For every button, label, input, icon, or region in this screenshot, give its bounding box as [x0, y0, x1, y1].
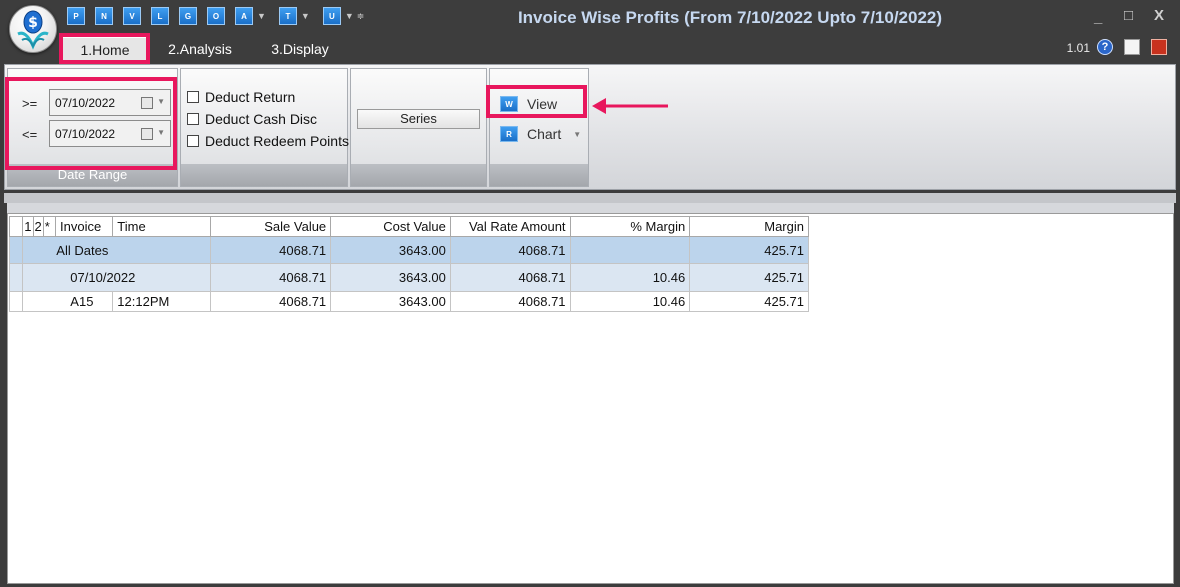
- val-rate-amount-cell: 4068.71: [449, 236, 571, 264]
- tab-analysis[interactable]: 2.Analysis: [160, 37, 240, 61]
- app-logo[interactable]: $: [9, 5, 57, 53]
- tab-display[interactable]: 3.Display: [262, 37, 338, 61]
- help-icon[interactable]: ?: [1097, 39, 1113, 55]
- margin-header[interactable]: Margin: [689, 216, 809, 237]
- grid-group-band: [7, 203, 1174, 213]
- sale-value-cell: 4068.71: [210, 291, 332, 312]
- margin-percent-cell: [569, 236, 691, 264]
- row-selector-header: [8, 216, 24, 237]
- version-label: 1.01: [1066, 41, 1090, 55]
- deduct-return-label: Deduct Return: [205, 89, 296, 105]
- actions-caption: [490, 164, 588, 186]
- invoice-cell: 07/10/2022: [22, 263, 212, 292]
- cost-value-cell: 3643.00: [330, 236, 451, 264]
- view-button-highlight: [486, 85, 587, 118]
- window-title: Invoice Wise Profits (From 7/10/2022 Upt…: [517, 8, 943, 27]
- close-button[interactable]: X: [1154, 7, 1164, 24]
- group-level-1-header[interactable]: 1: [22, 216, 34, 237]
- deduct-cash-disc-checkbox[interactable]: Deduct Cash Disc: [187, 110, 317, 128]
- table-row[interactable]: All Dates 4068.71 3643.00 4068.71 425.71: [8, 236, 809, 264]
- margin-cell: 425.71: [689, 291, 809, 312]
- quick-access-v-button[interactable]: V: [123, 7, 141, 25]
- chevron-down-icon[interactable]: ▼: [257, 11, 266, 21]
- val-rate-amount-header[interactable]: Val Rate Amount: [449, 216, 571, 237]
- chevron-down-icon[interactable]: ▼: [573, 130, 581, 139]
- row-selector[interactable]: [8, 236, 24, 264]
- cost-value-header[interactable]: Cost Value: [330, 216, 451, 237]
- ribbon-separator: [4, 193, 1176, 203]
- quick-access-t-button[interactable]: T: [278, 7, 297, 25]
- chevron-down-icon[interactable]: ▼: [301, 11, 310, 21]
- deduct-cash-disc-label: Deduct Cash Disc: [205, 111, 318, 127]
- sale-value-cell: 4068.71: [210, 236, 332, 264]
- series-group: Series: [350, 68, 487, 187]
- series-caption: [351, 164, 486, 186]
- table-row[interactable]: 07/10/2022 4068.71 3643.00 4068.71 10.46…: [8, 263, 809, 292]
- margin-percent-header[interactable]: % Margin: [569, 216, 691, 237]
- chart-label: Chart: [527, 126, 562, 142]
- time-cell: 12:12PM: [112, 291, 212, 312]
- home-tab-highlight: [59, 33, 150, 64]
- invoice-cell: All Dates: [22, 236, 212, 264]
- group-level-2-header[interactable]: 2: [32, 216, 44, 237]
- row-selector[interactable]: [8, 263, 24, 292]
- chart-button[interactable]: R Chart ▼: [500, 124, 581, 144]
- val-rate-amount-cell: 4068.71: [449, 263, 571, 292]
- options-group: Deduct Return Deduct Cash Disc Deduct Re…: [180, 68, 349, 187]
- ribbon-tabs: 1.Home 2.Analysis 3.Display 1.01 ?: [0, 34, 1180, 64]
- cost-value-cell: 3643.00: [330, 263, 451, 292]
- deduct-redeem-points-label: Deduct Redeem Points: [205, 133, 349, 149]
- maximize-button[interactable]: □: [1124, 7, 1133, 24]
- title-bar: P N V L G O A ▼ T ▼ U ▼ ≑ Invoice Wise P…: [0, 0, 1180, 34]
- row-selector[interactable]: [8, 291, 24, 312]
- calculator-icon[interactable]: [1124, 39, 1140, 55]
- cost-value-cell: 3643.00: [330, 291, 451, 312]
- quick-access-u-button[interactable]: U: [322, 7, 341, 25]
- time-header[interactable]: Time: [112, 216, 212, 237]
- quick-access-p-button[interactable]: P: [67, 7, 85, 25]
- customize-toolbar-icon[interactable]: ≑: [357, 11, 365, 22]
- all-levels-header[interactable]: *: [42, 216, 57, 237]
- invoice-cell: A15: [22, 291, 114, 312]
- minimize-button[interactable]: _: [1094, 9, 1102, 26]
- quick-access-a-button[interactable]: A: [235, 7, 253, 25]
- sale-value-cell: 4068.71: [210, 263, 332, 292]
- app-logo-icon: $: [17, 10, 49, 50]
- margin-percent-cell: 10.46: [569, 263, 691, 292]
- svg-text:$: $: [28, 15, 38, 31]
- quick-access-o-button[interactable]: O: [207, 7, 225, 25]
- margin-percent-cell: 10.46: [569, 291, 691, 312]
- table-row[interactable]: A15 12:12PM 4068.71 3643.00 4068.71 10.4…: [8, 291, 809, 312]
- quick-access-toolbar: P N V L G O A ▼ T ▼ U ▼ ≑: [67, 6, 373, 26]
- invoice-header[interactable]: Invoice: [54, 216, 114, 237]
- profits-grid: 1 2 * Invoice Time Sale Value Cost Value…: [8, 216, 809, 312]
- deduct-return-checkbox[interactable]: Deduct Return: [187, 88, 295, 106]
- checkbox-icon: [187, 91, 199, 103]
- series-button[interactable]: Series: [357, 109, 480, 129]
- exit-icon[interactable]: [1151, 39, 1167, 55]
- quick-access-l-button[interactable]: L: [151, 7, 169, 25]
- arrow-pointer-icon: [592, 98, 668, 114]
- options-caption: [181, 164, 347, 186]
- grid-header-row: 1 2 * Invoice Time Sale Value Cost Value…: [8, 216, 809, 237]
- sale-value-header[interactable]: Sale Value: [210, 216, 332, 237]
- chart-icon: R: [500, 126, 518, 142]
- chevron-down-icon[interactable]: ▼: [345, 11, 354, 21]
- deduct-redeem-points-checkbox[interactable]: Deduct Redeem Points: [187, 132, 349, 150]
- ribbon-panel: >= 07/10/2022 ▼ <= 07/10/2022 ▼ Date Ran…: [4, 64, 1176, 190]
- checkbox-icon: [187, 135, 199, 147]
- margin-cell: 425.71: [689, 263, 809, 292]
- checkbox-icon: [187, 113, 199, 125]
- val-rate-amount-cell: 4068.71: [449, 291, 571, 312]
- date-range-highlight: [5, 77, 177, 170]
- quick-access-g-button[interactable]: G: [179, 7, 197, 25]
- quick-access-n-button[interactable]: N: [95, 7, 113, 25]
- margin-cell: 425.71: [689, 236, 809, 264]
